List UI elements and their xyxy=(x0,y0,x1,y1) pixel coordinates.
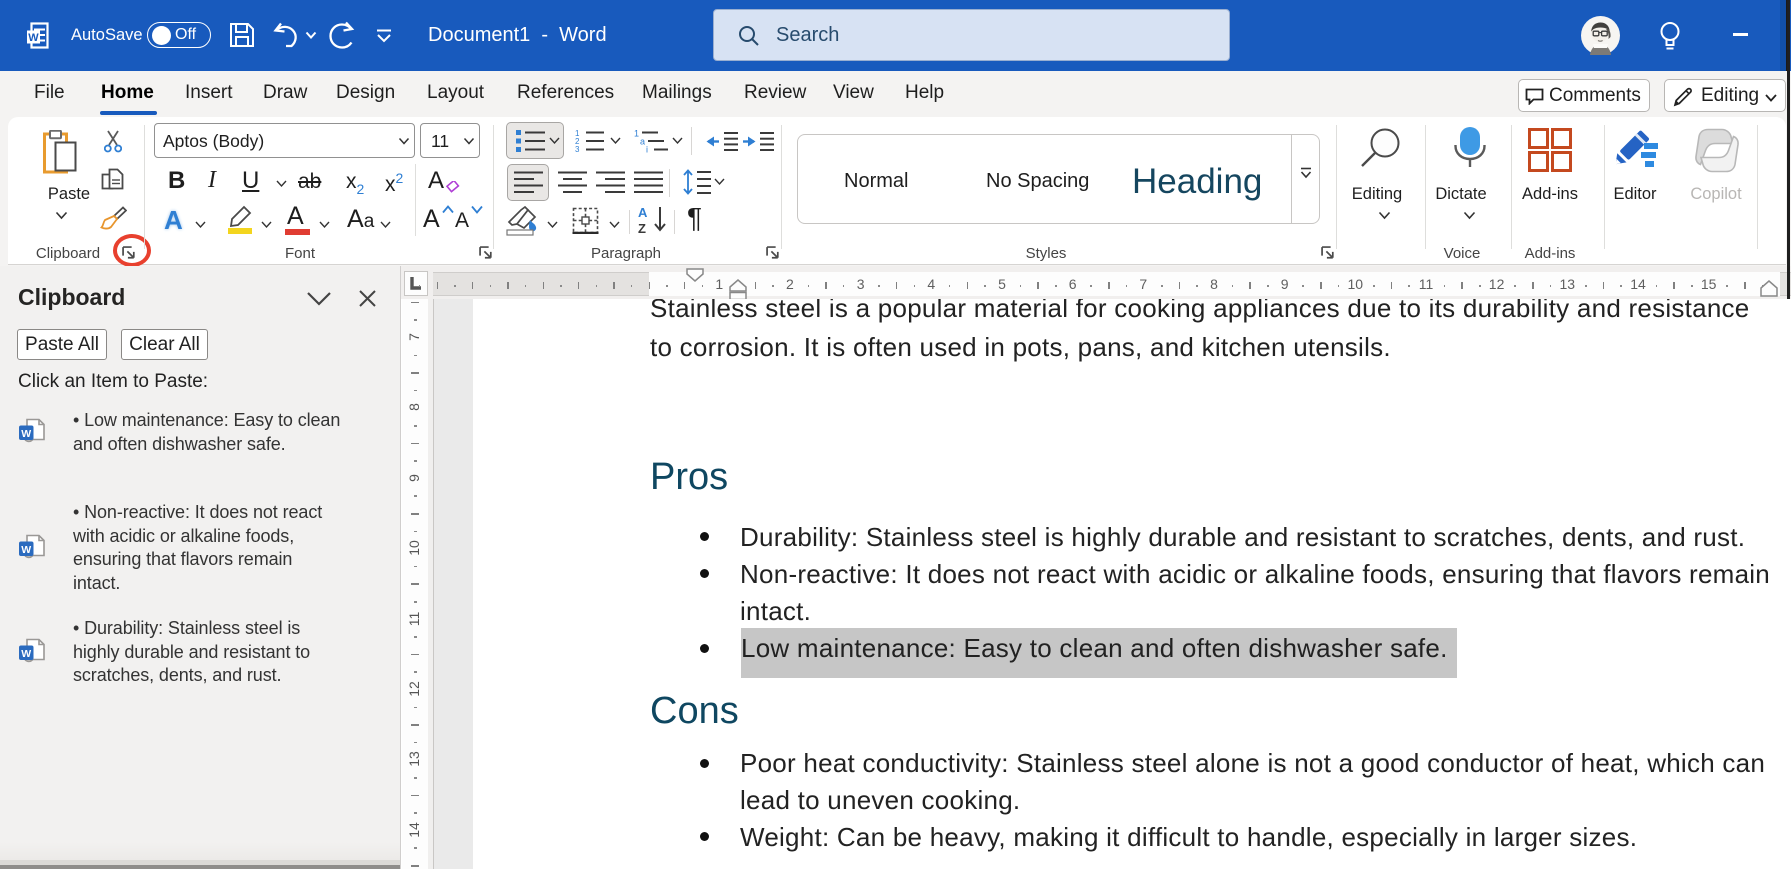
svg-text:W: W xyxy=(21,428,31,440)
svg-text:i: i xyxy=(646,145,648,154)
svg-text:W: W xyxy=(28,32,39,44)
svg-text:3: 3 xyxy=(575,145,580,153)
svg-text:1: 1 xyxy=(634,129,639,139)
svg-text:a: a xyxy=(640,137,645,147)
svg-text:Z: Z xyxy=(638,221,646,235)
svg-text:A: A xyxy=(638,205,648,220)
svg-text:W: W xyxy=(21,544,31,556)
svg-text:W: W xyxy=(21,648,31,660)
